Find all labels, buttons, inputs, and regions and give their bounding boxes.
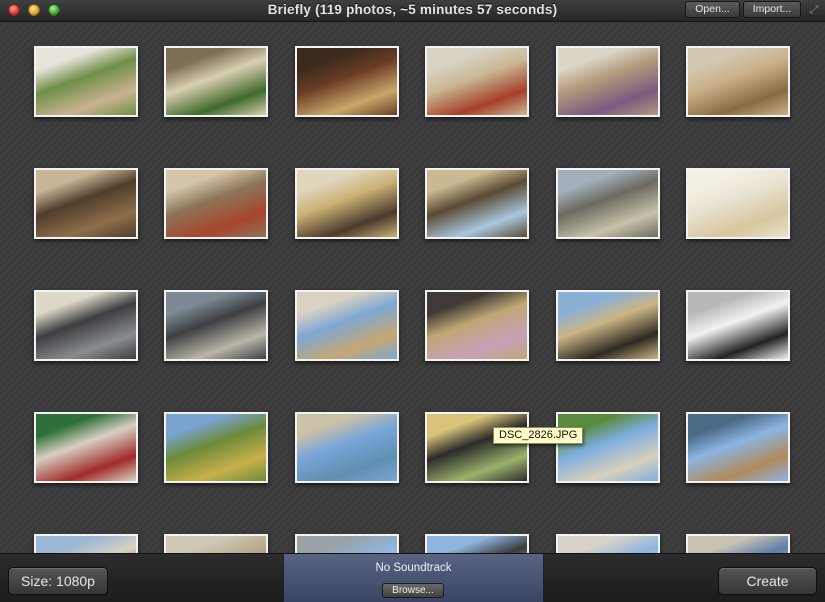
photo-thumbnail[interactable] bbox=[686, 412, 790, 483]
photo-thumbnail[interactable] bbox=[556, 290, 660, 361]
soundtrack-label: No Soundtrack bbox=[375, 562, 452, 574]
photo-thumbnail[interactable] bbox=[295, 534, 399, 553]
photo-thumbnail[interactable] bbox=[556, 534, 660, 553]
import-button[interactable]: Import... bbox=[743, 1, 801, 18]
fullscreen-icon[interactable]: ⤢ bbox=[807, 3, 821, 17]
soundtrack-panel: No Soundtrack Browse... bbox=[283, 554, 544, 602]
photo-thumbnail[interactable] bbox=[686, 290, 790, 361]
browse-button[interactable]: Browse... bbox=[382, 583, 444, 598]
photo-thumbnail[interactable] bbox=[686, 46, 790, 117]
bottom-toolbar: Size: 1080p No Soundtrack Browse... Crea… bbox=[0, 553, 825, 602]
photo-thumbnail[interactable] bbox=[686, 168, 790, 239]
photo-thumbnail[interactable] bbox=[164, 412, 268, 483]
photo-thumbnail[interactable] bbox=[34, 46, 138, 117]
photo-thumbnail[interactable] bbox=[34, 534, 138, 553]
photo-thumbnail[interactable] bbox=[425, 168, 529, 239]
photo-thumbnail[interactable] bbox=[425, 46, 529, 117]
photo-thumbnail[interactable] bbox=[164, 534, 268, 553]
photo-thumbnail[interactable] bbox=[425, 412, 529, 483]
photo-thumbnail[interactable] bbox=[34, 412, 138, 483]
open-button[interactable]: Open... bbox=[685, 1, 740, 18]
title-bar: Briefly (119 photos, ~5 minutes 57 secon… bbox=[0, 0, 825, 22]
photo-thumbnail[interactable] bbox=[556, 412, 660, 483]
photo-thumbnail[interactable] bbox=[556, 46, 660, 117]
photo-thumbnail[interactable] bbox=[295, 46, 399, 117]
photo-thumbnail[interactable] bbox=[295, 168, 399, 239]
photo-thumbnail[interactable] bbox=[686, 534, 790, 553]
photo-thumbnail[interactable] bbox=[295, 290, 399, 361]
create-button[interactable]: Create bbox=[718, 567, 817, 595]
size-button[interactable]: Size: 1080p bbox=[8, 567, 108, 595]
photo-thumbnail[interactable] bbox=[34, 290, 138, 361]
photo-thumbnail[interactable] bbox=[425, 290, 529, 361]
photo-thumbnail[interactable] bbox=[295, 412, 399, 483]
photo-grid[interactable] bbox=[0, 22, 825, 553]
photo-thumbnail[interactable] bbox=[164, 46, 268, 117]
filename-tooltip: DSC_2826.JPG bbox=[493, 427, 584, 444]
photo-thumbnail[interactable] bbox=[425, 534, 529, 553]
photo-thumbnail[interactable] bbox=[164, 290, 268, 361]
photo-thumbnail[interactable] bbox=[556, 168, 660, 239]
photo-thumbnail[interactable] bbox=[164, 168, 268, 239]
photo-thumbnail[interactable] bbox=[34, 168, 138, 239]
